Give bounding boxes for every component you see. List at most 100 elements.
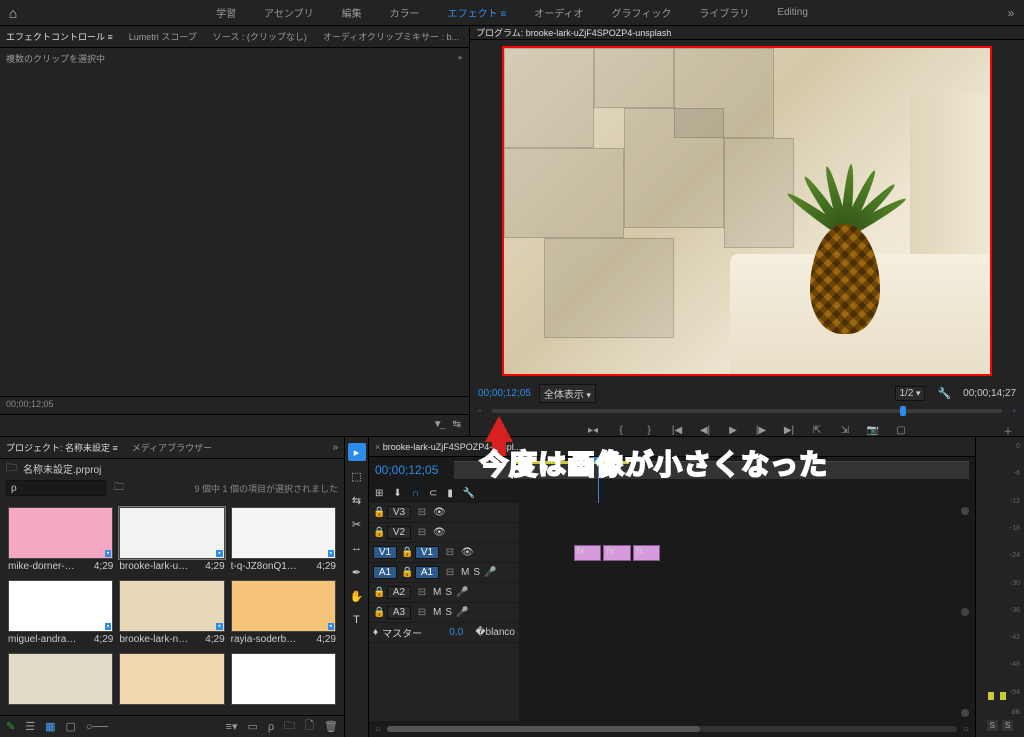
zoom-select[interactable]: 1/2 ▾ bbox=[895, 386, 926, 401]
src-a1[interactable]: A1 bbox=[373, 566, 397, 579]
panel-overflow-icon[interactable]: » bbox=[332, 442, 338, 453]
extract-icon[interactable]: ⇲ bbox=[837, 422, 853, 438]
transport-controls: ▸◂ { } |◀ ◀| ▶ |▶ ▶| ⇱ ⇲ 📷 ▢ ＋ bbox=[470, 422, 1024, 438]
home-icon[interactable]: ⌂ bbox=[0, 0, 26, 26]
project-panel: プロジェクト: 名称未設定 メディアブラウザー » 🗀 名称未設定.prproj… bbox=[0, 437, 345, 737]
find-icon[interactable]: ρ bbox=[268, 721, 274, 733]
ws-edit[interactable]: 編集 bbox=[342, 5, 362, 20]
tab-audio-mixer[interactable]: オーディオクリップミキサー : b... bbox=[323, 30, 459, 43]
go-in-icon[interactable]: |◀ bbox=[669, 422, 685, 438]
slip-tool-icon[interactable]: ↔ bbox=[348, 539, 366, 557]
pen-tool-icon[interactable]: ✒ bbox=[348, 563, 366, 581]
eye-icon[interactable]: 👁 bbox=[433, 527, 446, 538]
clip[interactable]: fx bbox=[603, 545, 630, 561]
marker-icon[interactable]: ▮ bbox=[447, 488, 453, 499]
clip[interactable]: fx bbox=[633, 545, 660, 561]
thumb-item[interactable]: ▪miguel-andrade-nAOZCY...4;29 bbox=[8, 580, 113, 645]
solo-r[interactable]: S bbox=[1002, 720, 1013, 731]
clip[interactable]: fx bbox=[574, 545, 601, 561]
new-bin-icon[interactable]: 🗀 bbox=[284, 717, 295, 736]
trash-icon[interactable]: 🗑 bbox=[324, 720, 338, 733]
tab-project[interactable]: プロジェクト: 名称未設定 bbox=[6, 441, 118, 454]
icon-view-icon[interactable]: ▦ bbox=[45, 720, 55, 733]
mic-icon[interactable]: 🎤 bbox=[456, 607, 468, 618]
mic-icon[interactable]: 🎤 bbox=[456, 587, 468, 598]
fit-select[interactable]: 全体表示 ▾ bbox=[539, 384, 596, 403]
fx-switch-icon[interactable]: ↹ bbox=[453, 419, 461, 432]
audio-meters: 0 -6 -12 -18 -24 -30 -36 -42 -48 -54 dB … bbox=[976, 437, 1024, 737]
compare-icon[interactable]: ▢ bbox=[893, 422, 909, 438]
ws-learn[interactable]: 学習 bbox=[216, 5, 236, 20]
snap-icon[interactable]: ∩ bbox=[412, 488, 419, 499]
track-select-tool-icon[interactable]: ⬚ bbox=[348, 467, 366, 485]
settings-icon[interactable]: 🔧 bbox=[937, 387, 951, 400]
ws-editing[interactable]: Editing bbox=[777, 7, 808, 18]
src-v1[interactable]: V1 bbox=[373, 546, 397, 559]
ws-graphics[interactable]: グラフィック bbox=[612, 5, 672, 20]
zoom-out-icon[interactable]: ○ bbox=[375, 724, 381, 735]
hand-tool-icon[interactable]: ✋ bbox=[348, 587, 366, 605]
step-back-icon[interactable]: ◀| bbox=[697, 422, 713, 438]
thumb-item[interactable] bbox=[8, 653, 113, 707]
marker-in-icon[interactable]: ◦ bbox=[1012, 406, 1016, 417]
sort-icon[interactable]: ≡▾ bbox=[226, 720, 238, 733]
eye-icon[interactable]: 👁 bbox=[461, 547, 474, 558]
auto-seq-icon[interactable]: ▭ bbox=[248, 720, 258, 733]
write-icon[interactable]: ✎ bbox=[6, 720, 15, 733]
track-area[interactable]: fx fx fx bbox=[519, 503, 975, 721]
button-editor-icon[interactable]: ＋ bbox=[1000, 422, 1016, 438]
razor-tool-icon[interactable]: ✂ bbox=[348, 515, 366, 533]
thumb-item[interactable]: ▪brooke-lark-uZjF4SPOZ...4;29 bbox=[119, 507, 224, 572]
go-out-icon[interactable]: ▶| bbox=[781, 422, 797, 438]
program-timecode[interactable]: 00;00;12;05 bbox=[478, 388, 531, 399]
lift-icon[interactable]: ⇱ bbox=[809, 422, 825, 438]
bracket-in-icon[interactable]: { bbox=[613, 422, 629, 438]
thumb-item[interactable]: ▪t-q-JZ8onQ1wuY8-unspl...4;29 bbox=[231, 507, 336, 572]
bracket-out-icon[interactable]: } bbox=[641, 422, 657, 438]
ws-effects[interactable]: エフェクト bbox=[448, 5, 507, 20]
zoom-in-icon[interactable]: ○ bbox=[963, 724, 969, 735]
selection-tool-icon[interactable]: ▸ bbox=[348, 443, 366, 461]
program-viewport[interactable] bbox=[502, 46, 992, 376]
program-tab[interactable]: プログラム: brooke-lark-uZjF4SPOZP4-unsplash bbox=[476, 26, 671, 39]
bin-icon[interactable]: 🗀 bbox=[114, 480, 124, 497]
ws-assembly[interactable]: アセンブリ bbox=[264, 5, 314, 20]
thumb-item[interactable] bbox=[119, 653, 224, 707]
eye-icon[interactable]: 👁 bbox=[433, 507, 446, 518]
program-scrubber[interactable] bbox=[492, 409, 1003, 413]
solo-l[interactable]: S bbox=[987, 720, 998, 731]
zoom-slider[interactable]: ○── bbox=[86, 721, 108, 733]
thumb-item[interactable]: ▪mike-dorner-sf_1ZDA1Y...4;29 bbox=[8, 507, 113, 572]
tab-effect-controls[interactable]: エフェクトコントロール bbox=[6, 30, 113, 43]
thumb-item[interactable] bbox=[231, 653, 336, 707]
ws-library[interactable]: ライブラリ bbox=[699, 5, 749, 20]
search-input[interactable]: ρ bbox=[6, 480, 106, 496]
timeline-timecode[interactable]: 00;00;12;05 bbox=[375, 463, 438, 477]
play-icon[interactable]: ▶ bbox=[725, 422, 741, 438]
freeform-icon[interactable]: ▢ bbox=[66, 720, 76, 733]
settings-icon[interactable]: 🔧 bbox=[463, 488, 475, 499]
thumb-item[interactable]: ▪rayia-soderberg-ozSFnAF...4;29 bbox=[231, 580, 336, 645]
tab-lumetri[interactable]: Lumetri スコープ bbox=[129, 30, 197, 43]
ws-color[interactable]: カラー bbox=[390, 5, 420, 20]
ripple-tool-icon[interactable]: ⇆ bbox=[348, 491, 366, 509]
tab-source[interactable]: ソース : (クリップなし) bbox=[213, 30, 307, 43]
link-icon[interactable]: ⊂ bbox=[429, 488, 437, 499]
thumb-item[interactable]: ▪brooke-lark-nTZOILVZu...4;29 bbox=[119, 580, 224, 645]
marker-out-icon[interactable]: ◦ bbox=[478, 406, 482, 417]
new-item-icon[interactable]: 🗋 bbox=[305, 717, 314, 736]
export-frame-icon[interactable]: 📷 bbox=[865, 422, 881, 438]
insert-icon[interactable]: ⬇ bbox=[393, 488, 401, 499]
nest-icon[interactable]: ⊞ bbox=[375, 488, 383, 499]
list-view-icon[interactable]: ☰ bbox=[25, 720, 35, 733]
selection-label: 複数のクリップを選択中 bbox=[6, 52, 463, 65]
mark-in-icon[interactable]: ▸◂ bbox=[585, 422, 601, 438]
overflow-icon[interactable]: » bbox=[998, 6, 1024, 20]
zoom-scrollbar[interactable] bbox=[387, 726, 957, 732]
step-fwd-icon[interactable]: |▶ bbox=[753, 422, 769, 438]
ws-audio[interactable]: オーディオ bbox=[534, 5, 583, 20]
type-tool-icon[interactable]: T bbox=[348, 611, 366, 629]
tab-media-browser[interactable]: メディアブラウザー bbox=[132, 441, 212, 454]
funnel-icon[interactable]: ▼̲ bbox=[433, 419, 443, 432]
mic-icon[interactable]: 🎤 bbox=[484, 567, 496, 578]
